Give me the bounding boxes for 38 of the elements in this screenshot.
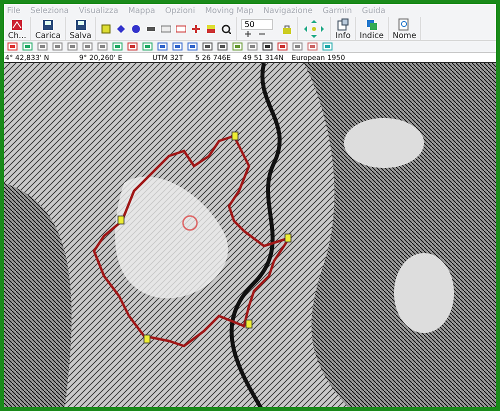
menu-item[interactable]: Visualizza xyxy=(78,6,118,15)
circle-icon[interactable] xyxy=(131,24,142,34)
tool-icon[interactable] xyxy=(202,42,213,51)
waypoint-marker-icon[interactable] xyxy=(118,216,124,224)
search-icon[interactable] xyxy=(221,24,232,34)
menu-item[interactable]: Moving Map xyxy=(205,6,254,15)
menu-item[interactable]: Opzioni xyxy=(165,6,196,15)
waypoint-marker-icon[interactable] xyxy=(232,132,238,140)
toolbar-button[interactable]: Nome xyxy=(388,17,422,40)
toolbar-button[interactable]: Info xyxy=(331,17,356,40)
index-icon xyxy=(364,18,379,30)
menu-item[interactable]: Seleziona xyxy=(30,6,69,15)
target-icon xyxy=(182,215,198,231)
toolbar-button[interactable]: Indice xyxy=(356,17,389,40)
tool-icon[interactable] xyxy=(172,42,183,51)
topographic-map-drawing[interactable] xyxy=(4,63,496,407)
pan-arrows-icon[interactable] xyxy=(303,18,326,38)
tool-icon[interactable] xyxy=(187,42,198,51)
waypoint-marker-icon[interactable] xyxy=(144,334,150,344)
menu-item[interactable]: Mappa xyxy=(128,6,156,15)
tool-icon[interactable] xyxy=(262,42,273,51)
menu-item[interactable]: Guida xyxy=(362,6,386,15)
lock-icon[interactable] xyxy=(282,24,292,34)
menu-item[interactable]: Garmin xyxy=(322,6,352,15)
zoom-dropdown[interactable]: 50 xyxy=(241,19,274,30)
plus-icon[interactable] xyxy=(191,24,202,34)
tool-icon[interactable] xyxy=(157,42,168,51)
menu-item[interactable]: File xyxy=(7,6,20,15)
toolbar-button[interactable]: Carica xyxy=(31,17,66,40)
square-icon[interactable] xyxy=(101,24,112,34)
toolbar-button[interactable]: Ch... xyxy=(4,17,32,40)
flag-icon[interactable] xyxy=(206,24,216,34)
toolbar-button[interactable]: Salva xyxy=(66,17,96,40)
waypoint-marker-icon[interactable] xyxy=(246,320,252,328)
waypoint-marker-icon[interactable] xyxy=(284,234,292,242)
tool-icon[interactable] xyxy=(217,42,228,51)
menu-item[interactable]: Navigazione xyxy=(263,6,313,15)
diamond-icon[interactable] xyxy=(116,24,126,34)
